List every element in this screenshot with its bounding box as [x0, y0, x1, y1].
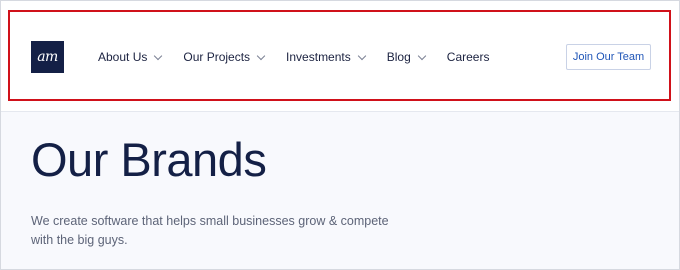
header-highlight-box — [8, 10, 671, 101]
page-title: Our Brands — [31, 133, 267, 186]
page-subtitle: We create software that helps small busi… — [31, 214, 389, 247]
